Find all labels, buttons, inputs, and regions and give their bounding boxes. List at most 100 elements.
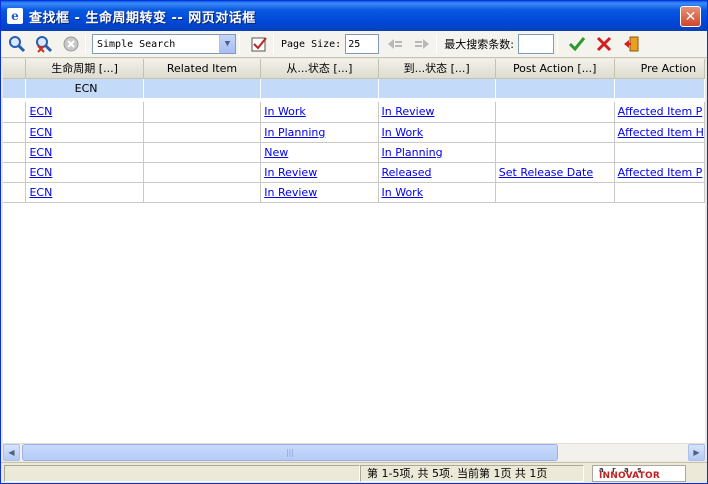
next-page-icon[interactable] — [411, 33, 433, 55]
table-row[interactable]: ECN In Planning In Work Affected Item H — [3, 122, 705, 143]
scroll-right-icon[interactable]: ▶ — [688, 444, 705, 461]
from-state-link[interactable]: New — [264, 146, 288, 159]
cell-lifecycle: ECN — [25, 102, 144, 123]
cell-post-action — [495, 182, 615, 203]
clear-search-icon[interactable] — [33, 33, 55, 55]
column-header-post-action[interactable]: Post Action [...] — [495, 59, 615, 79]
column-header-to-state[interactable]: 到...状态 [...] — [378, 59, 496, 79]
table-row[interactable]: ECN In Review In Work — [3, 182, 705, 203]
scrollbar-track[interactable]: ||| — [20, 444, 688, 461]
table-row[interactable]: ECN New In Planning — [3, 142, 705, 163]
cell-pre-action: Affected Item P — [614, 162, 705, 183]
search-mode-value: Simple Search — [97, 38, 176, 50]
logo-main-text: INNOVATOR — [599, 470, 660, 481]
cell-to-state: Released — [378, 162, 496, 183]
search-mode-select[interactable]: Simple Search ▼ — [92, 34, 236, 54]
ie-page-icon: e — [7, 8, 23, 24]
lifecycle-link[interactable]: ECN — [29, 146, 52, 159]
criteria-cell-lifecycle[interactable]: ECN — [25, 78, 144, 99]
header-row: 生命周期 [...] Related Item 从...状态 [...] 到..… — [3, 59, 705, 79]
row-header — [3, 122, 27, 143]
lifecycle-link[interactable]: ECN — [29, 105, 52, 118]
criteria-cell-from-state[interactable] — [260, 78, 379, 99]
results-grid: 生命周期 [...] Related Item 从...状态 [...] 到..… — [3, 59, 705, 443]
criteria-cell-to-state[interactable] — [378, 78, 496, 99]
scroll-left-icon[interactable]: ◀ — [3, 444, 20, 461]
row-header — [3, 182, 27, 203]
table-row[interactable]: ECN In Work In Review Affected Item P — [3, 102, 705, 123]
aras-innovator-logo: a r a s INNOVATOR — [592, 464, 686, 482]
cell-related-item — [143, 122, 262, 143]
pre-action-link[interactable]: Affected Item P — [618, 105, 703, 118]
to-state-link[interactable]: In Planning — [382, 146, 443, 159]
lifecycle-link[interactable]: ECN — [29, 186, 52, 199]
cell-to-state: In Work — [378, 182, 496, 203]
scrollbar-thumb[interactable]: ||| — [22, 444, 558, 461]
status-bar: 第 1-5项, 共 5项. 当前第 1页 共 1页 a r a s INNOVA… — [1, 462, 707, 483]
cell-from-state: In Planning — [260, 122, 379, 143]
cell-to-state: In Work — [378, 122, 496, 143]
criteria-cell-related-item[interactable] — [143, 78, 262, 99]
checkmark-icon[interactable] — [566, 33, 588, 55]
toolbar-separator — [556, 34, 558, 54]
cell-pre-action: Affected Item P — [614, 102, 705, 123]
lifecycle-link[interactable]: ECN — [29, 126, 52, 139]
prev-page-icon[interactable] — [384, 33, 406, 55]
page-size-input[interactable]: 25 — [345, 34, 380, 54]
column-header-pre-action[interactable]: Pre Action — [614, 59, 705, 79]
cell-pre-action — [614, 142, 705, 163]
post-action-link[interactable]: Set Release Date — [499, 166, 593, 179]
cell-post-action — [495, 142, 615, 163]
from-state-link[interactable]: In Planning — [264, 126, 325, 139]
page-info: 第 1-5项, 共 5项. 当前第 1页 共 1页 — [360, 464, 584, 482]
cell-lifecycle: ECN — [25, 182, 144, 203]
cancel-x-icon[interactable] — [593, 33, 615, 55]
search-icon[interactable] — [6, 33, 28, 55]
column-header-related-item[interactable]: Related Item — [143, 59, 262, 79]
dialog-window: e 查找框 - 生命周期转变 -- 网页对话框 ✕ Simple Search … — [0, 0, 708, 484]
horizontal-scrollbar[interactable]: ◀ ||| ▶ — [3, 443, 705, 461]
stop-search-icon[interactable] — [60, 33, 82, 55]
window-title: 查找框 - 生命周期转变 -- 网页对话框 — [29, 10, 256, 26]
max-results-input[interactable] — [517, 34, 554, 54]
cell-post-action: Set Release Date — [495, 162, 615, 183]
toolbar-separator — [436, 34, 438, 54]
cell-to-state: In Planning — [378, 142, 496, 163]
cell-lifecycle: ECN — [25, 122, 144, 143]
from-state-link[interactable]: In Work — [264, 105, 306, 118]
close-button[interactable]: ✕ — [680, 6, 701, 27]
cell-related-item — [143, 182, 262, 203]
cell-from-state: In Review — [260, 162, 379, 183]
exit-door-icon[interactable] — [620, 33, 642, 55]
cell-to-state: In Review — [378, 102, 496, 123]
title-bar[interactable]: e 查找框 - 生命周期转变 -- 网页对话框 ✕ — [1, 1, 707, 31]
cell-pre-action: Affected Item H — [614, 122, 705, 143]
to-state-link[interactable]: In Work — [382, 186, 424, 199]
from-state-link[interactable]: In Review — [264, 186, 317, 199]
criteria-cell-post-action[interactable] — [495, 78, 615, 99]
to-state-link[interactable]: In Review — [382, 105, 435, 118]
results-table: 生命周期 [...] Related Item 从...状态 [...] 到..… — [3, 59, 705, 203]
toolbar-separator — [85, 34, 86, 54]
column-header-lifecycle[interactable]: 生命周期 [...] — [25, 59, 144, 79]
page-size-label: Page Size: — [281, 38, 342, 50]
pre-action-link[interactable]: Affected Item H — [618, 126, 704, 139]
from-state-link[interactable]: In Review — [264, 166, 317, 179]
to-state-link[interactable]: Released — [382, 166, 432, 179]
pre-action-link[interactable]: Affected Item P — [618, 166, 703, 179]
cell-pre-action — [614, 182, 705, 203]
toolbar-separator — [273, 34, 274, 54]
cell-from-state: In Review — [260, 182, 379, 203]
lifecycle-link[interactable]: ECN — [29, 166, 52, 179]
chevron-down-icon[interactable]: ▼ — [219, 35, 235, 53]
criteria-cell-pre-action[interactable] — [614, 78, 705, 99]
filter-checkbox-icon[interactable] — [248, 33, 270, 55]
cell-post-action — [495, 122, 615, 143]
cell-related-item — [143, 142, 262, 163]
table-row[interactable]: ECN In Review Released Set Release Date … — [3, 162, 705, 183]
column-header-from-state[interactable]: 从...状态 [...] — [260, 59, 379, 79]
cell-lifecycle: ECN — [25, 142, 144, 163]
to-state-link[interactable]: In Work — [382, 126, 424, 139]
cell-from-state: New — [260, 142, 379, 163]
cell-related-item — [143, 102, 262, 123]
